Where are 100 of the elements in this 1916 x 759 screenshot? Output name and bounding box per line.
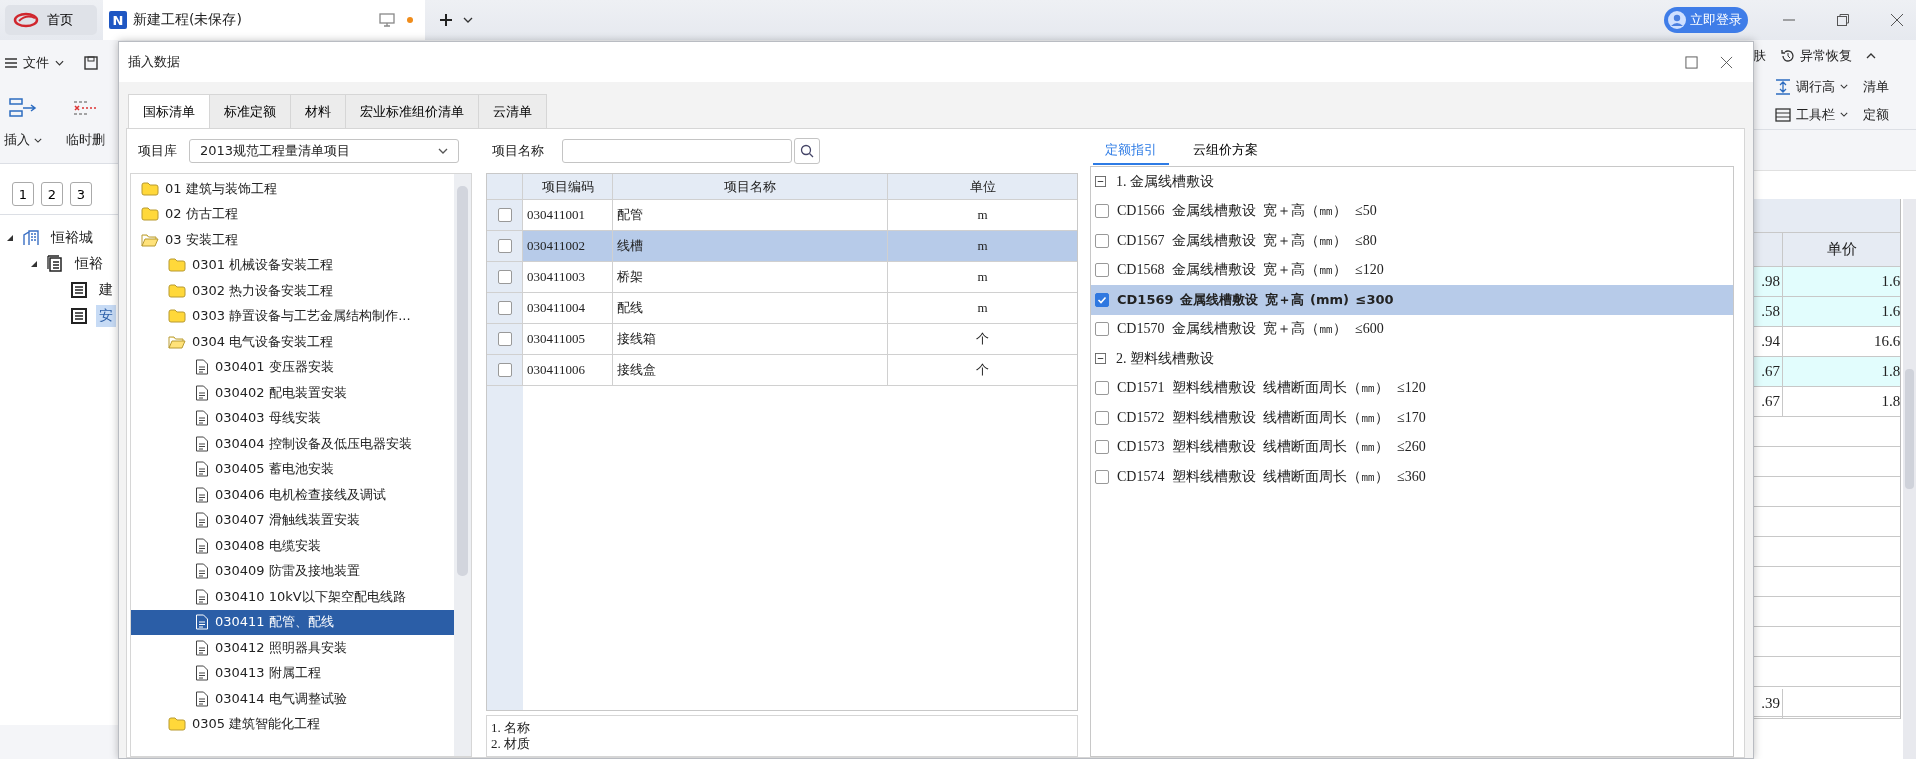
- tree-item[interactable]: 0301 机械设备安装工程: [131, 252, 454, 278]
- project-tree-item[interactable]: 安: [96, 305, 116, 327]
- dialog-tab[interactable]: 宏业标准组价清单: [345, 94, 479, 128]
- checkbox[interactable]: [1095, 440, 1109, 455]
- checkbox[interactable]: [1095, 469, 1109, 484]
- quota-item[interactable]: CD1572 塑料线槽敷设 线槽断面周长（㎜） ≤170: [1117, 408, 1426, 427]
- checkbox[interactable]: [1095, 381, 1109, 396]
- table-icon[interactable]: [1775, 106, 1791, 123]
- expand-triangle-icon[interactable]: [30, 260, 38, 268]
- close-icon[interactable]: [1890, 13, 1904, 27]
- clock-arrow-icon[interactable]: [1780, 48, 1796, 65]
- restore-icon[interactable]: [1836, 13, 1850, 27]
- quota-item[interactable]: CD1566 金属线槽敷设 宽＋高（㎜） ≤50: [1117, 202, 1377, 221]
- add-tab-icon[interactable]: [439, 13, 453, 27]
- dialog-tab[interactable]: 材料: [290, 94, 346, 128]
- checkbox[interactable]: [497, 332, 512, 346]
- tree-item[interactable]: 030410 10kV以下架空配电线路: [131, 584, 454, 610]
- search-label: 项目名称: [492, 142, 544, 160]
- quota-item[interactable]: CD1571 塑料线槽敷设 线槽断面周长（㎜） ≤120: [1117, 379, 1426, 398]
- page-button[interactable]: 1: [12, 182, 34, 206]
- table-cell: 接线盒: [613, 355, 888, 385]
- document-icon: [195, 359, 209, 376]
- page-button[interactable]: 3: [70, 182, 92, 206]
- document-icon: [195, 461, 209, 478]
- tree-item[interactable]: 0304 电气设备安装工程: [131, 329, 454, 355]
- file-menu[interactable]: 文件: [23, 53, 49, 72]
- login-button[interactable]: 立即登录: [1664, 7, 1748, 33]
- column-header: 单位: [968, 177, 997, 196]
- tree-item[interactable]: 030403 母线安装: [131, 405, 454, 431]
- dialog-tab[interactable]: 标准定额: [209, 94, 291, 128]
- tree-item[interactable]: 030408 电缆安装: [131, 533, 454, 559]
- tree-item[interactable]: 030401 变压器安装: [131, 354, 454, 380]
- menu-icon[interactable]: [5, 57, 17, 68]
- library-dropdown[interactable]: 2013规范工程量清单项目: [189, 139, 459, 163]
- row-height-icon[interactable]: [1775, 78, 1791, 95]
- checkbox[interactable]: [1095, 204, 1109, 219]
- quota-item[interactable]: CD1570 金属线槽敷设 宽＋高（㎜） ≤600: [1117, 320, 1384, 339]
- tree-item[interactable]: 030406 电机检查接线及调试: [131, 482, 454, 508]
- checkbox[interactable]: [497, 239, 512, 253]
- project-tree-item[interactable]: 恒裕: [72, 253, 106, 275]
- tree-item[interactable]: 030407 滑触线装置安装: [131, 507, 454, 533]
- dialog-tab[interactable]: 国标清单: [128, 94, 210, 129]
- checkbox[interactable]: [497, 208, 512, 222]
- tree-item[interactable]: 0303 静置设备与工艺金属结构制作...: [131, 303, 454, 329]
- checkbox[interactable]: [497, 270, 512, 284]
- tree-item[interactable]: 01 建筑与装饰工程: [131, 176, 454, 202]
- tree-item[interactable]: 0302 热力设备安装工程: [131, 278, 454, 304]
- toolbar-button[interactable]: 工具栏: [1796, 105, 1835, 124]
- tree-item[interactable]: 030409 防雷及接地装置: [131, 558, 454, 584]
- save-icon[interactable]: [84, 55, 98, 70]
- list-button[interactable]: 清单: [1863, 77, 1889, 96]
- tree-item[interactable]: 030412 照明器具安装: [131, 635, 454, 661]
- search-field[interactable]: [562, 139, 792, 163]
- quota-item[interactable]: CD1567 金属线槽敷设 宽＋高（㎜） ≤80: [1117, 231, 1377, 250]
- skin-button[interactable]: 肤: [1753, 47, 1766, 66]
- checkmark-icon: [1097, 294, 1107, 305]
- tree-item[interactable]: 030411 配管、配线: [131, 609, 454, 635]
- quota-item[interactable]: CD1574 塑料线槽敷设 线槽断面周长（㎜） ≤360: [1117, 467, 1426, 486]
- insert-rows-icon[interactable]: [9, 97, 37, 119]
- collapse-toggle-icon[interactable]: [1095, 176, 1106, 188]
- quota-button[interactable]: 定额: [1863, 105, 1889, 124]
- recover-button[interactable]: 异常恢复: [1800, 47, 1852, 66]
- tree-item[interactable]: 030414 电气调整试验: [131, 686, 454, 712]
- tree-item[interactable]: 030413 附属工程: [131, 660, 454, 686]
- close-icon[interactable]: [1720, 55, 1733, 69]
- checkbox[interactable]: [497, 363, 512, 377]
- caret-down-icon[interactable]: [463, 17, 473, 23]
- tree-item[interactable]: 02 仿古工程: [131, 201, 454, 227]
- page-button[interactable]: 2: [41, 182, 63, 206]
- project-tree-item[interactable]: 建: [96, 279, 116, 301]
- checkbox[interactable]: [497, 301, 512, 315]
- quota-item[interactable]: CD1573 塑料线槽敷设 线槽断面周长（㎜） ≤260: [1117, 438, 1426, 457]
- home-tab[interactable]: 首页: [5, 5, 97, 35]
- tree-item[interactable]: 030404 控制设备及低压电器安装: [131, 431, 454, 457]
- expand-triangle-icon[interactable]: [6, 234, 14, 242]
- project-tree-item[interactable]: 恒裕城: [48, 227, 96, 249]
- table-cell-text: 1.8: [1880, 362, 1901, 381]
- checkbox[interactable]: [1095, 322, 1109, 337]
- temp-delete-button[interactable]: 临时删: [66, 131, 105, 149]
- quota-item[interactable]: CD1568 金属线槽敷设 宽＋高（㎜） ≤120: [1117, 261, 1384, 280]
- tree-item[interactable]: 0305 建筑智能化工程: [131, 711, 454, 737]
- search-button[interactable]: [794, 138, 820, 164]
- dialog-tab[interactable]: 云清单: [478, 94, 547, 128]
- scrollbar[interactable]: [454, 174, 471, 756]
- checkbox[interactable]: [1095, 233, 1109, 248]
- scrollbar[interactable]: [1903, 199, 1916, 759]
- panel-tab[interactable]: 定额指引: [1093, 141, 1169, 165]
- caret-up-icon[interactable]: [1866, 53, 1876, 60]
- row-height-button[interactable]: 调行高: [1796, 77, 1835, 96]
- panel-tab[interactable]: 云组价方案: [1181, 141, 1270, 165]
- checkbox[interactable]: [1095, 292, 1109, 307]
- tree-item[interactable]: 030405 蓄电池安装: [131, 456, 454, 482]
- collapse-toggle-icon[interactable]: [1095, 353, 1106, 365]
- insert-button[interactable]: 插入: [4, 131, 42, 149]
- checkbox[interactable]: [1095, 410, 1109, 425]
- tree-item[interactable]: 03 安装工程: [131, 227, 454, 253]
- document-tab[interactable]: N 新建工程(未保存): [103, 0, 425, 40]
- tree-item[interactable]: 030402 配电装置安装: [131, 380, 454, 406]
- maximize-icon[interactable]: [1685, 55, 1698, 69]
- checkbox[interactable]: [1095, 263, 1109, 278]
